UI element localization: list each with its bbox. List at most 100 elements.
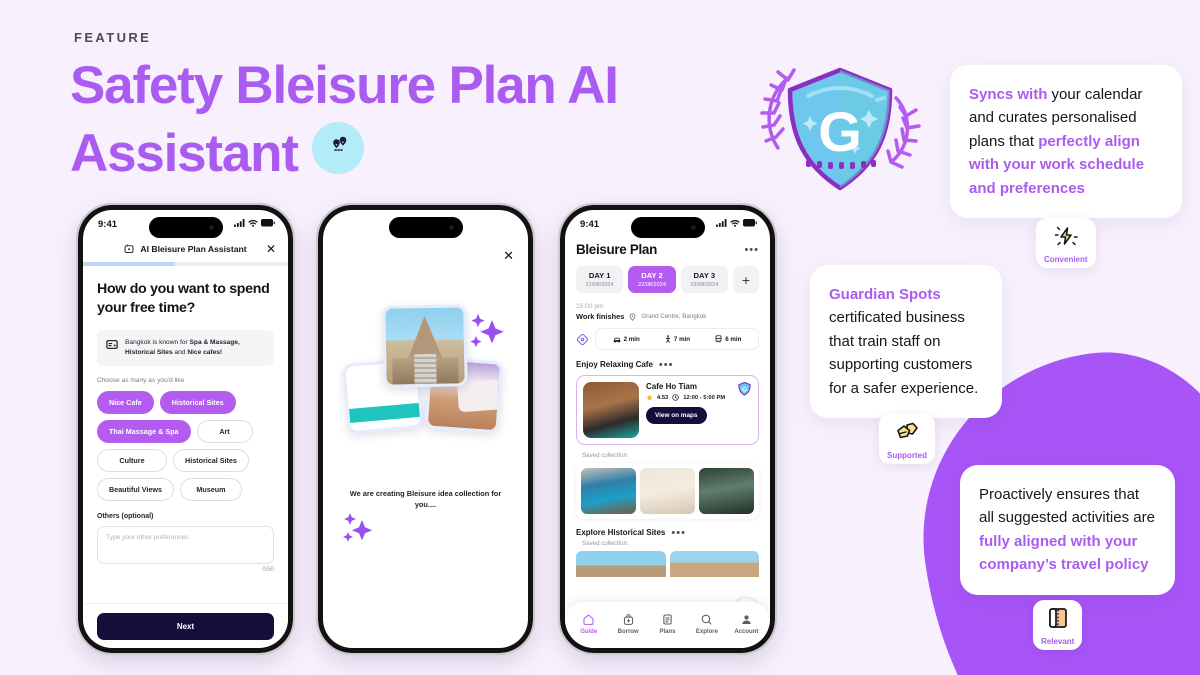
- historical-images-strip[interactable]: [576, 551, 759, 577]
- place-card[interactable]: Cafe Ho Tiam 4.53 12:00 - 5:00 PM View o…: [576, 375, 759, 445]
- chip-museum[interactable]: Museum: [180, 478, 242, 502]
- dynamic-island: [630, 217, 705, 238]
- callout-relevant-text: Proactively ensures that all suggested a…: [979, 486, 1155, 574]
- callout-convenient: Syncs with your calendar and curates per…: [950, 65, 1182, 218]
- clock-icon: [672, 394, 679, 401]
- callout-relevant: Proactively ensures that all suggested a…: [960, 465, 1175, 595]
- dynamic-island: [148, 217, 223, 238]
- loading-caption: We are creating Bleisure idea collection…: [349, 489, 502, 510]
- tab-explore[interactable]: Explore: [687, 613, 726, 635]
- assistant-icon: [125, 244, 134, 254]
- tag-relevant-label: Relevant: [1041, 637, 1075, 646]
- chip-historical-sites-2[interactable]: Historical Sites: [173, 449, 249, 473]
- transit-car[interactable]: 2 min: [613, 336, 640, 343]
- day-tab-1[interactable]: DAY 1 21/08/2024: [576, 266, 624, 293]
- tab-plans-label: Plans: [659, 629, 676, 635]
- timeline-event-row: Work finishes Grand Centre, Bangkok: [576, 312, 759, 321]
- person-icon: [727, 613, 766, 626]
- section-header-cafe: Enjoy Relaxing Cafe •••: [576, 359, 759, 370]
- plan-screen-body: Bleisure Plan ••• DAY 1 21/08/2024 DAY 2…: [565, 240, 770, 648]
- list-icon: [648, 613, 687, 626]
- place-name: Cafe Ho Tiam: [646, 382, 697, 391]
- chip-art[interactable]: Art: [196, 420, 253, 444]
- sparkle-icon: [343, 510, 377, 549]
- chip-historical-sites[interactable]: Historical Sites: [159, 391, 236, 415]
- saved-image-1[interactable]: [581, 468, 636, 514]
- preference-chips: Nice Cafe Historical Sites Thai Massage …: [97, 391, 274, 502]
- timeline: 15:00 pm Work finishes Grand Centre, Ban…: [576, 303, 759, 350]
- place-image: [583, 382, 639, 438]
- tab-guide[interactable]: Guide: [569, 613, 608, 635]
- more-dots-icon[interactable]: •••: [744, 244, 759, 255]
- saved-image-2[interactable]: [640, 468, 695, 514]
- tab-guide-label: Guide: [580, 629, 598, 635]
- plan-title: Bleisure Plan: [576, 242, 657, 257]
- emblem-letter: G: [818, 100, 862, 163]
- timeline-event: Work finishes: [576, 312, 625, 321]
- chip-culture[interactable]: Culture: [97, 449, 167, 473]
- location-pin-icon: [629, 312, 636, 321]
- timeline-location: Grand Centre, Bangkok: [641, 313, 707, 320]
- view-on-maps-button[interactable]: View on maps: [646, 407, 707, 424]
- day-tab-1-date: 21/08/2024: [585, 282, 614, 288]
- route-diamond-icon: [576, 333, 589, 345]
- question-title: How do you want to spend your free time?: [97, 281, 270, 316]
- tag-convenient: Convenient: [1036, 218, 1096, 268]
- cellular-icon: [234, 219, 245, 227]
- battery-icon: [743, 219, 757, 227]
- phone1-screen: 9:41 AI Bleisure Plan Assistant ✕ How do…: [83, 210, 288, 648]
- section-title-historical: Explore Historical Sites: [576, 528, 666, 537]
- transit-bus[interactable]: 6 min: [715, 335, 741, 343]
- dynamic-island: [388, 217, 463, 238]
- status-time: 9:41: [98, 219, 118, 230]
- historical-image-2[interactable]: [669, 551, 759, 577]
- transit-walk-duration: 7 min: [673, 335, 691, 343]
- tab-plans[interactable]: Plans: [648, 613, 687, 635]
- chip-thai-massage-spa[interactable]: Thai Massage & Spa: [97, 420, 191, 444]
- book-icon: [1046, 608, 1070, 634]
- chip-beautiful-views[interactable]: Beautiful Views: [97, 478, 174, 502]
- phone1-body: How do you want to spend your free time?…: [83, 266, 288, 573]
- day-tab-3[interactable]: DAY 3 23/08/2024: [680, 266, 728, 293]
- next-button[interactable]: Next: [97, 613, 274, 640]
- callout-supported: Guardian Spots certificated business tha…: [810, 265, 1002, 418]
- phone3-screen: 9:41 Bleisure Plan ••• DAY 1 21/08/2024 …: [565, 210, 770, 648]
- char-counter: 0/50: [262, 567, 274, 574]
- info-tip-text: Bangkok is known for Spa & Massage, Hist…: [125, 339, 240, 357]
- phone-mockup-onboarding: 9:41 AI Bleisure Plan Assistant ✕ How do…: [76, 203, 295, 655]
- transit-bus-duration: 6 min: [725, 335, 742, 343]
- chip-nice-cafe[interactable]: Nice Cafe: [97, 391, 154, 415]
- lightning-bolt-icon: [1053, 226, 1079, 252]
- close-icon[interactable]: ✕: [266, 242, 276, 256]
- phone-mockup-loading: ✕ We are creating Bleisure idea collecti…: [316, 203, 535, 655]
- star-icon: [646, 394, 653, 401]
- home-icon: [569, 613, 608, 626]
- more-dots-icon[interactable]: •••: [659, 359, 674, 370]
- page-title-line1: Safety Bleisure Plan AI: [70, 56, 619, 115]
- close-icon[interactable]: ✕: [503, 248, 514, 264]
- others-input[interactable]: Type your other preferences: [97, 526, 274, 565]
- callout-supported-text: Guardian Spots certificated business tha…: [829, 286, 979, 397]
- handshake-icon: [894, 422, 920, 448]
- day-tab-2-label: DAY 2: [641, 271, 663, 280]
- saved-image-3[interactable]: [699, 468, 754, 514]
- tab-borrow[interactable]: Borrow: [608, 613, 647, 635]
- historical-image-1[interactable]: [576, 551, 666, 577]
- info-card-icon: [106, 340, 118, 350]
- wifi-icon: [248, 219, 258, 227]
- transit-walk[interactable]: 7 min: [665, 335, 690, 343]
- tab-account-label: Account: [734, 629, 759, 635]
- day-tab-2[interactable]: DAY 2 22/08/2024: [628, 266, 676, 293]
- tab-account[interactable]: Account: [727, 613, 766, 635]
- car-icon: [613, 337, 620, 343]
- svg-text:G: G: [742, 386, 747, 393]
- assistant-title: AI Bleisure Plan Assistant: [140, 244, 247, 254]
- tag-convenient-label: Convenient: [1044, 255, 1088, 264]
- saved-collection-strip[interactable]: [576, 463, 759, 519]
- day-tab-3-date: 23/08/2024: [690, 282, 719, 288]
- more-dots-icon[interactable]: •••: [671, 527, 686, 538]
- status-time: 9:41: [580, 219, 600, 230]
- saved-collection-label: Saved collection: [582, 452, 628, 459]
- add-day-button[interactable]: +: [732, 266, 759, 293]
- info-tip: Bangkok is known for Spa & Massage, Hist…: [97, 330, 274, 367]
